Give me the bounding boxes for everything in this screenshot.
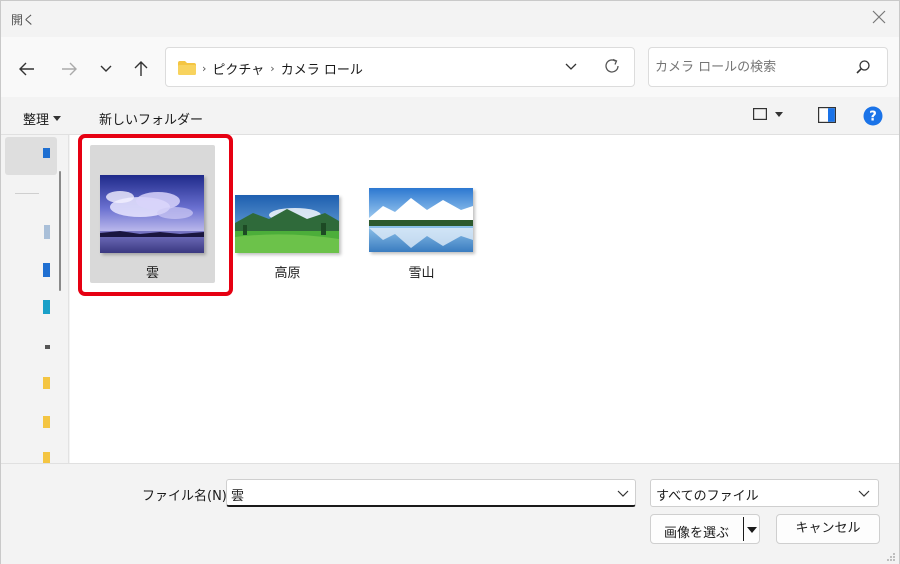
- resize-grip-icon[interactable]: [886, 551, 896, 561]
- address-history-chevron-icon[interactable]: [564, 58, 578, 80]
- search-icon[interactable]: [855, 59, 871, 79]
- title-bar: 開く: [1, 1, 899, 37]
- file-type-select[interactable]: すべてのファイル: [650, 479, 879, 507]
- breadcrumb-chevron-icon: ›: [202, 62, 207, 75]
- up-arrow-icon[interactable]: [129, 57, 153, 81]
- back-arrow-icon[interactable]: [15, 57, 39, 81]
- recent-chevron-icon[interactable]: [94, 57, 118, 81]
- chevron-down-icon[interactable]: [858, 486, 870, 504]
- download-icon[interactable]: [43, 263, 50, 277]
- help-icon[interactable]: ?: [863, 106, 883, 130]
- open-button-label: 画像を選ぶ: [664, 526, 730, 541]
- drive-icon[interactable]: [43, 341, 50, 355]
- filename-label: ファイル名(N):: [142, 489, 232, 504]
- search-input[interactable]: [655, 56, 845, 78]
- breadcrumb-item-camera-roll[interactable]: カメラ ロール: [281, 59, 363, 78]
- nav-divider: [15, 193, 39, 194]
- thumbnail-snow-mountain: [369, 188, 473, 252]
- file-name: 雪山: [408, 266, 435, 281]
- address-bar[interactable]: › ピクチャ › カメラ ロール: [165, 47, 635, 87]
- desktop-icon[interactable]: [43, 147, 50, 161]
- annotation-highlight-frame: [78, 134, 233, 296]
- file-name: 高原: [274, 266, 301, 281]
- search-box[interactable]: [648, 47, 888, 87]
- preview-pane-icon[interactable]: [818, 107, 836, 127]
- breadcrumb: › ピクチャ › カメラ ロール: [202, 59, 363, 78]
- split-divider: [743, 517, 744, 541]
- breadcrumb-item-pictures[interactable]: ピクチャ: [212, 59, 264, 78]
- folder-icon[interactable]: [43, 415, 50, 429]
- folder-icon: [178, 61, 196, 79]
- file-item-snow-mountain[interactable]: 雪山: [359, 145, 484, 283]
- document-icon[interactable]: [43, 225, 50, 239]
- open-button[interactable]: 画像を選ぶ: [650, 514, 760, 544]
- svg-text:?: ?: [869, 110, 877, 125]
- forward-arrow-icon[interactable]: [57, 57, 81, 81]
- file-type-value: すべてのファイル: [656, 489, 759, 504]
- file-item-highlands[interactable]: 高原: [225, 145, 350, 283]
- open-file-dialog: 開く › ピクチャ › カメラ ロール カメラ ロールの検索 整理 新しいフォル…: [0, 0, 900, 564]
- close-icon[interactable]: [869, 9, 889, 29]
- cancel-button[interactable]: キャンセル: [776, 514, 880, 544]
- dropdown-triangle-icon: [53, 116, 62, 121]
- folder-icon[interactable]: [43, 376, 50, 390]
- breadcrumb-chevron-icon: ›: [270, 62, 275, 75]
- filename-input[interactable]: 雲: [226, 479, 636, 507]
- view-icon: [753, 108, 767, 120]
- navigation-pane: [1, 135, 69, 464]
- chevron-down-icon[interactable]: [617, 486, 629, 504]
- organize-label: 整理: [23, 113, 50, 128]
- command-bar: 整理 新しいフォルダー ?: [1, 97, 899, 135]
- new-folder-button[interactable]: 新しいフォルダー: [99, 109, 203, 128]
- dropdown-triangle-icon[interactable]: [747, 523, 757, 538]
- dropdown-triangle-icon: [775, 111, 783, 117]
- organize-menu-button[interactable]: 整理: [23, 109, 62, 128]
- navigation-bar: › ピクチャ › カメラ ロール: [1, 37, 899, 97]
- dialog-footer: ファイル名(N): 雲 すべてのファイル 画像を選ぶ キャンセル: [1, 463, 899, 564]
- refresh-icon[interactable]: [603, 57, 621, 79]
- filename-value[interactable]: 雲: [231, 485, 244, 504]
- window-title: 開く: [11, 13, 36, 27]
- pictures-icon[interactable]: [43, 300, 50, 314]
- nav-pane-scrollbar[interactable]: [59, 171, 61, 291]
- change-view-button[interactable]: [753, 108, 783, 120]
- thumbnail-highlands: [235, 195, 339, 253]
